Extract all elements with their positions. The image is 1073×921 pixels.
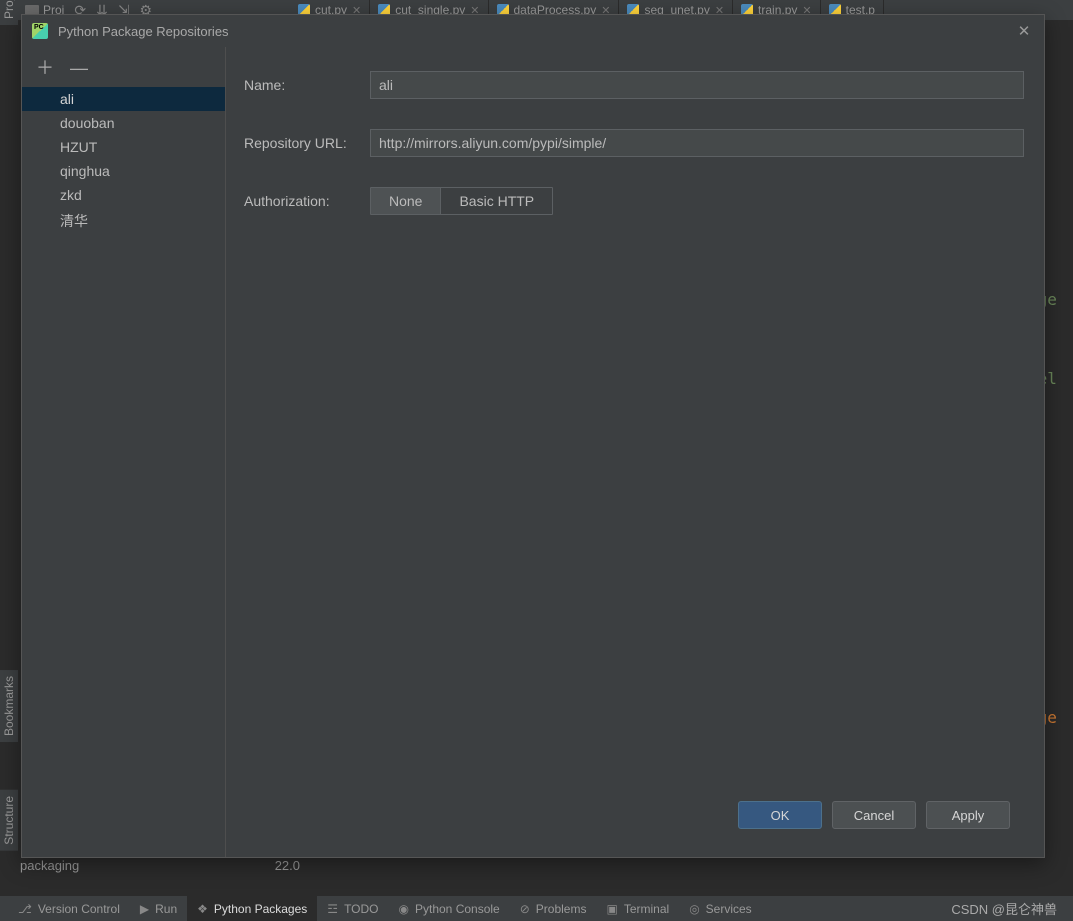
branch-icon: ⎇ [18,902,32,916]
sb-version-control[interactable]: ⎇ Version Control [8,896,130,921]
watermark: CSDN @昆仑神兽 [951,899,1065,918]
package-name: packaging [20,858,275,873]
auth-label: Authorization: [244,193,370,209]
python-icon: ◉ [399,902,409,916]
repo-item-douoban[interactable]: douoban [22,111,225,135]
repo-item-tsinghua[interactable]: 清华 [22,207,225,235]
auth-none-button[interactable]: None [371,188,440,214]
services-icon: ◎ [689,902,699,916]
package-version: 22.0 [275,858,300,873]
auth-segmented: None Basic HTTP [370,187,553,215]
statusbar: ⎇ Version Control ▶ Run ❖ Python Package… [0,895,1073,921]
dialog-titlebar: Python Package Repositories ✕ [22,15,1044,47]
list-icon: ☲ [327,902,338,916]
close-icon[interactable]: ✕ [1014,22,1034,40]
repo-item-ali[interactable]: ali [22,87,225,111]
repositories-dialog: Python Package Repositories ✕ ＋ — ali do… [21,14,1045,858]
toolwindow-structure[interactable]: Structure [0,790,18,851]
auth-basic-button[interactable]: Basic HTTP [440,188,552,214]
repo-item-hzut[interactable]: HZUT [22,135,225,159]
ok-button[interactable]: OK [738,801,822,829]
sb-python-packages[interactable]: ❖ Python Packages [187,896,317,921]
play-icon: ▶ [140,902,149,916]
dialog-title: Python Package Repositories [58,24,1004,39]
app-icon [32,23,48,39]
sb-python-console[interactable]: ◉ Python Console [389,896,510,921]
toolwindow-bookmarks[interactable]: Bookmarks [0,670,18,742]
repo-detail-panel: Name: Repository URL: Authorization: Non… [226,47,1044,857]
url-label: Repository URL: [244,135,370,151]
repo-list-panel: ＋ — ali douoban HZUT qinghua zkd 清华 [22,47,226,857]
sb-problems[interactable]: ⊘ Problems [510,896,597,921]
repo-item-zkd[interactable]: zkd [22,183,225,207]
sb-services[interactable]: ◎ Services [679,896,762,921]
warning-icon: ⊘ [520,902,530,916]
terminal-icon: ▣ [606,902,617,916]
name-label: Name: [244,77,370,93]
sb-terminal[interactable]: ▣ Terminal [596,896,679,921]
apply-button[interactable]: Apply [926,801,1010,829]
repo-item-qinghua[interactable]: qinghua [22,159,225,183]
sb-todo[interactable]: ☲ TODO [317,896,388,921]
packages-icon: ❖ [197,902,208,916]
cancel-button[interactable]: Cancel [832,801,916,829]
sb-run[interactable]: ▶ Run [130,896,187,921]
url-input[interactable] [370,129,1024,157]
remove-button[interactable]: — [70,59,88,77]
name-input[interactable] [370,71,1024,99]
package-row[interactable]: packaging 22.0 [20,858,300,873]
add-button[interactable]: ＋ [36,59,54,77]
